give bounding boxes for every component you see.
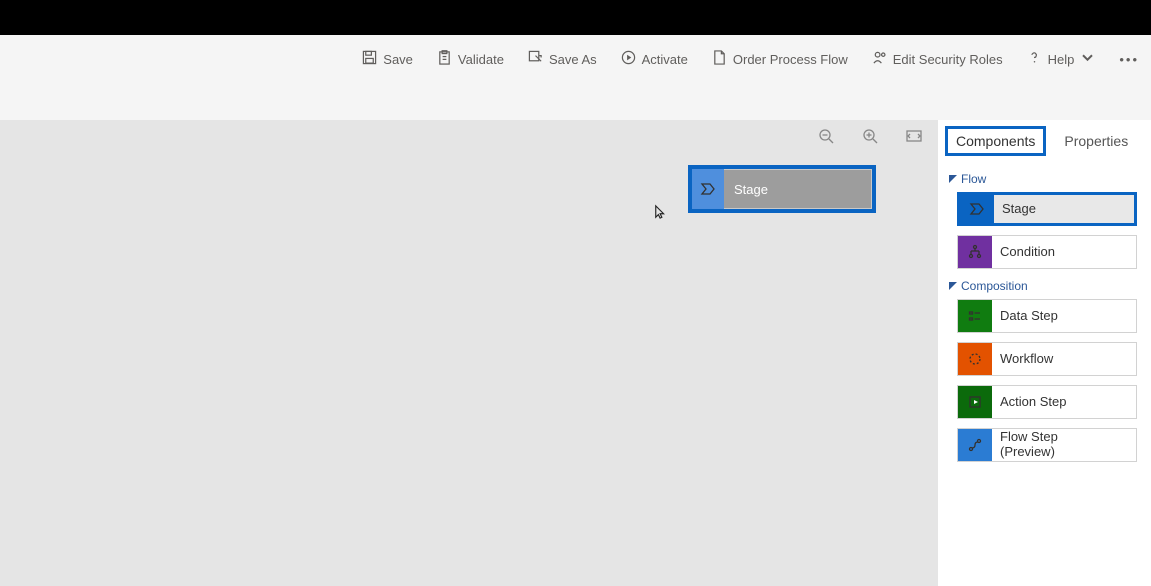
palette-item-workflow[interactable]: Workflow: [957, 342, 1137, 376]
toolbar-label: Edit Security Roles: [893, 52, 1003, 67]
activate-button[interactable]: Activate: [621, 50, 688, 68]
collapse-icon: [949, 282, 957, 290]
save-icon: [362, 50, 377, 68]
palette-item-action-step[interactable]: Action Step: [957, 385, 1137, 419]
palette-item-stage[interactable]: Stage: [957, 192, 1137, 226]
section-label: Composition: [961, 279, 1028, 293]
palette-item-condition[interactable]: Condition: [957, 235, 1137, 269]
zoom-out-icon[interactable]: [818, 128, 834, 147]
title-bar: [0, 0, 1151, 35]
chevron-down-icon: [1080, 50, 1095, 68]
palette-item-label: Data Step: [992, 300, 1058, 332]
ellipsis-icon: •••: [1119, 52, 1139, 67]
document-icon: [712, 50, 727, 68]
stage-icon: [960, 195, 994, 223]
section-label: Flow: [961, 172, 986, 186]
canvas-controls: [818, 128, 922, 147]
palette-composition: Data Step Workflow Action Step Flow Step…: [939, 299, 1151, 462]
help-icon: [1027, 50, 1042, 68]
side-panel: Components Properties Flow Stage Conditi…: [938, 120, 1151, 586]
more-button[interactable]: •••: [1119, 52, 1139, 67]
palette-item-label: Flow Step (Preview): [992, 429, 1058, 461]
process-flow-button[interactable]: Order Process Flow: [712, 50, 848, 68]
validate-button[interactable]: Validate: [437, 50, 504, 68]
dragged-stage-component[interactable]: Stage: [688, 165, 876, 213]
tab-properties[interactable]: Properties: [1056, 129, 1136, 153]
palette-item-data-step[interactable]: Data Step: [957, 299, 1137, 333]
toolbar: Save Validate Save As Activate Order Pro: [0, 50, 1151, 68]
save-button[interactable]: Save: [362, 50, 413, 68]
help-button[interactable]: Help: [1027, 50, 1096, 68]
toolbar-area: Save Validate Save As Activate Order Pro: [0, 35, 1151, 120]
toolbar-label: Save As: [549, 52, 597, 67]
toolbar-label: Save: [383, 52, 413, 67]
zoom-in-icon[interactable]: [862, 128, 878, 147]
condition-icon: [958, 236, 992, 268]
toolbar-label: Help: [1048, 52, 1075, 67]
edit-security-button[interactable]: Edit Security Roles: [872, 50, 1003, 68]
toolbar-label: Activate: [642, 52, 688, 67]
palette-item-label: Stage: [994, 195, 1036, 223]
palette-item-label: Condition: [992, 236, 1055, 268]
palette-flow: Stage Condition: [939, 192, 1151, 269]
palette-item-label: Action Step: [992, 386, 1067, 418]
fit-screen-icon[interactable]: [906, 128, 922, 147]
palette-item-flow-step[interactable]: Flow Step (Preview): [957, 428, 1137, 462]
security-roles-icon: [872, 50, 887, 68]
tab-components[interactable]: Components: [945, 126, 1046, 156]
section-flow-header[interactable]: Flow: [949, 172, 1151, 186]
workflow-icon: [958, 343, 992, 375]
toolbar-label: Order Process Flow: [733, 52, 848, 67]
save-as-button[interactable]: Save As: [528, 50, 597, 68]
action-step-icon: [958, 386, 992, 418]
collapse-icon: [949, 175, 957, 183]
stage-icon: [692, 169, 724, 209]
flow-step-icon: [958, 429, 992, 461]
section-composition-header[interactable]: Composition: [949, 279, 1151, 293]
toolbar-label: Validate: [458, 52, 504, 67]
activate-icon: [621, 50, 636, 68]
clipboard-icon: [437, 50, 452, 68]
dragged-stage-label: Stage: [724, 169, 872, 209]
save-as-icon: [528, 50, 543, 68]
side-panel-tabs: Components Properties: [939, 120, 1151, 162]
data-step-icon: [958, 300, 992, 332]
palette-item-label: Workflow: [992, 343, 1053, 375]
